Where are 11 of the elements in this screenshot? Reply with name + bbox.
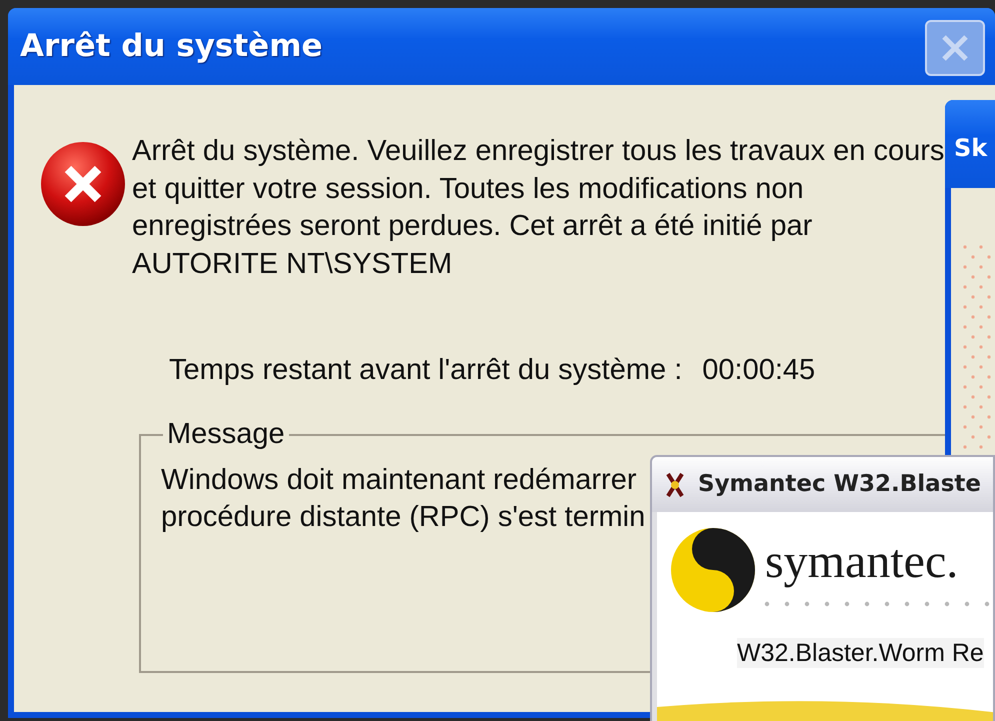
message-text: Arrêt du système. Veuillez enregistrer tous les travaux en cours et quitter votre session. Toutes les modifications non enregistrées seront perdues. Cet arrêt a été initié par AUTORITE NT\SYSTEM: [132, 134, 944, 282]
error-icon: [38, 140, 128, 228]
window-title: Arrêt du système: [20, 27, 323, 66]
window-title: Sk: [954, 134, 988, 162]
window-title: Symantec W32.Blaste: [698, 470, 981, 500]
detection-text: W32.Blaster.Worm Re: [737, 638, 984, 668]
group-message-text: Windows doit maintenant redémarrer procédure distante (RPC) s'est termin: [161, 462, 646, 535]
logo-wordmark: symantec.: [765, 534, 958, 590]
logo-icon: [669, 526, 757, 614]
countdown-value: 00:00:45: [702, 353, 816, 388]
countdown-label: Temps restant avant l'arrêt du système :: [169, 353, 682, 388]
